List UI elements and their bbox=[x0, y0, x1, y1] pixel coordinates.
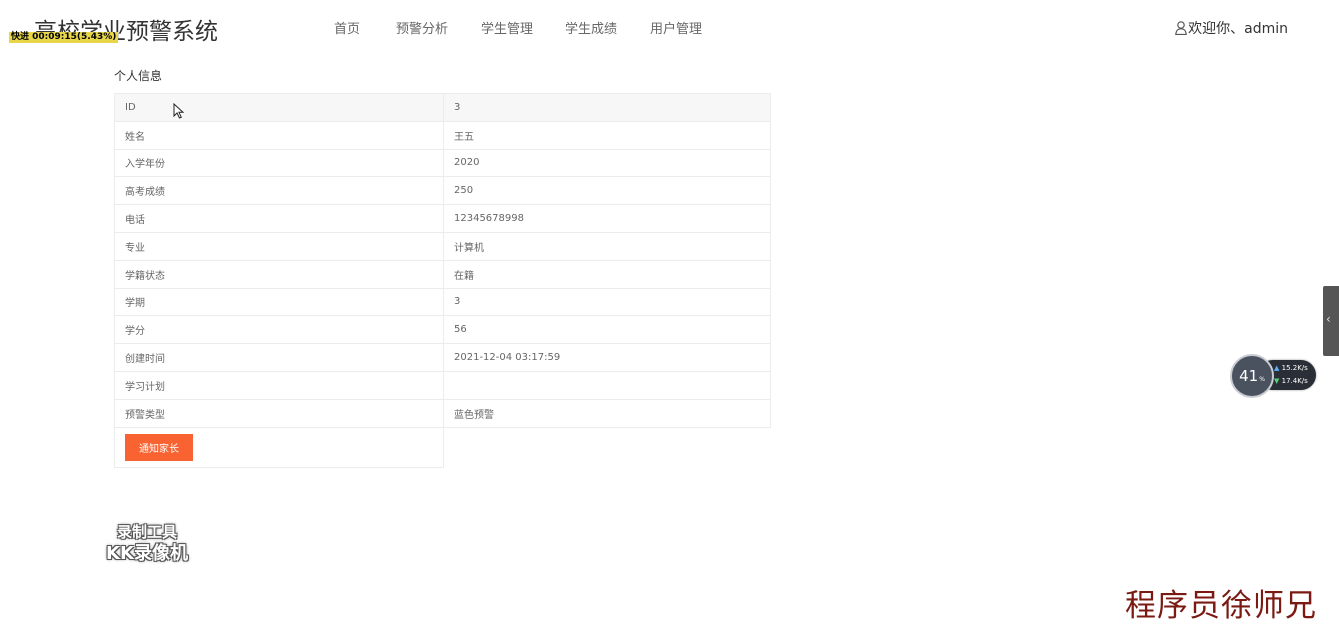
field-value: 3 bbox=[443, 93, 771, 122]
nav-item-student-grades[interactable]: 学生成绩 bbox=[565, 18, 617, 37]
field-label: 专业 bbox=[114, 231, 444, 261]
page-title: 个人信息 bbox=[114, 69, 163, 83]
upload-arrow-icon: ▲ bbox=[1274, 364, 1280, 372]
field-label: 学分 bbox=[114, 315, 444, 345]
table-row: 学期 3 bbox=[114, 287, 771, 317]
field-label: 创建时间 bbox=[114, 343, 444, 372]
download-arrow-icon: ▼ bbox=[1274, 377, 1280, 385]
download-value: 17.4 bbox=[1281, 377, 1298, 385]
table-row: 预警类型 蓝色预警 bbox=[114, 398, 771, 428]
chevron-left-icon: ‹ bbox=[1326, 312, 1331, 326]
table-row: 学分 56 bbox=[114, 315, 771, 345]
nav-item-home[interactable]: 首页 bbox=[334, 18, 360, 37]
table-row: 姓名 王五 bbox=[114, 120, 771, 150]
field-label: 电话 bbox=[114, 204, 444, 233]
field-label: 学期 bbox=[114, 287, 444, 317]
user-menu[interactable]: 欢迎你、admin bbox=[1175, 18, 1288, 39]
usage-percent-unit: % bbox=[1259, 375, 1265, 383]
field-value: 在籍 bbox=[443, 259, 771, 289]
field-value: 计算机 bbox=[443, 231, 771, 261]
field-value: 2020 bbox=[443, 148, 771, 178]
author-watermark: 程序员徐师兄 bbox=[1125, 588, 1317, 624]
nav-item-user-management[interactable]: 用户管理 bbox=[650, 18, 702, 37]
table-row: 学习计划 bbox=[114, 370, 771, 400]
usage-percent: 41 bbox=[1239, 367, 1259, 385]
table-row: 电话 12345678998 bbox=[114, 204, 771, 233]
user-greeting: 欢迎你、admin bbox=[1188, 21, 1288, 37]
field-label: 预警类型 bbox=[114, 398, 444, 428]
mouse-cursor-icon bbox=[173, 102, 185, 123]
recording-time-badge: 快进 00:09:15(5.43%) bbox=[9, 32, 119, 43]
user-icon bbox=[1175, 21, 1187, 39]
table-row: ID 3 bbox=[114, 93, 771, 122]
field-label: 学习计划 bbox=[114, 370, 444, 400]
table-row: 入学年份 2020 bbox=[114, 148, 771, 178]
download-speed: ▼ 17.4K/s bbox=[1274, 377, 1308, 385]
field-value bbox=[443, 370, 771, 400]
action-cell: 通知家长 bbox=[114, 427, 444, 468]
recorder-watermark-line2: KK录像机 bbox=[106, 543, 188, 564]
field-value: 3 bbox=[443, 287, 771, 317]
speed-unit: K/s bbox=[1297, 377, 1308, 385]
profile-table: ID 3 姓名 王五 入学年份 2020 高考成绩 250 电话 12345678998 … bbox=[114, 93, 771, 428]
field-value: 56 bbox=[443, 315, 771, 345]
field-value: 250 bbox=[443, 176, 771, 206]
nav-item-student-management[interactable]: 学生管理 bbox=[481, 18, 533, 37]
field-label: ID bbox=[114, 93, 444, 122]
field-value: 2021-12-04 03:17:59 bbox=[443, 343, 771, 372]
speed-unit: K/s bbox=[1297, 364, 1308, 372]
table-row: 高考成绩 250 bbox=[114, 176, 771, 206]
field-value: 蓝色预警 bbox=[443, 398, 771, 428]
side-panel-toggle[interactable]: ‹ bbox=[1323, 286, 1339, 356]
recorder-watermark: 录制工具 KK录像机 bbox=[96, 522, 198, 564]
field-value: 王五 bbox=[443, 120, 771, 150]
field-label: 高考成绩 bbox=[114, 176, 444, 206]
table-row: 专业 计算机 bbox=[114, 231, 771, 261]
top-header: 高校学业预警系统 快进 00:09:15(5.43%) 首页 预警分析 学生管理… bbox=[0, 0, 1339, 56]
recorder-watermark-line1: 录制工具 bbox=[116, 523, 177, 541]
memory-usage-gauge[interactable]: 41% bbox=[1230, 354, 1274, 398]
nav-item-warning-analysis[interactable]: 预警分析 bbox=[396, 18, 448, 37]
table-row: 创建时间 2021-12-04 03:17:59 bbox=[114, 343, 771, 372]
upload-speed: ▲ 15.2K/s bbox=[1274, 364, 1308, 372]
notify-parent-button[interactable]: 通知家长 bbox=[125, 434, 193, 461]
field-label: 学籍状态 bbox=[114, 259, 444, 289]
field-label: 入学年份 bbox=[114, 148, 444, 178]
field-value: 12345678998 bbox=[443, 204, 771, 233]
field-label: 姓名 bbox=[114, 120, 444, 150]
table-row: 学籍状态 在籍 bbox=[114, 259, 771, 289]
upload-value: 15.2 bbox=[1281, 364, 1298, 372]
